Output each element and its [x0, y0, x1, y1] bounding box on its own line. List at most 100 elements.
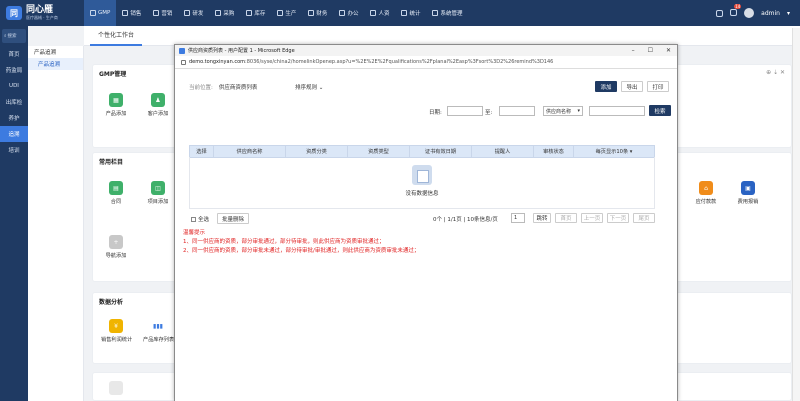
home-icon	[90, 10, 96, 16]
close-icon[interactable]: ✕	[666, 47, 671, 54]
plus-icon: +	[109, 235, 123, 249]
tile-sales-profit[interactable]: ¥ 销售利润统计	[101, 319, 132, 343]
finance-icon	[308, 10, 315, 16]
tile-contract[interactable]: ▤ 合同	[101, 181, 131, 205]
nav-item-marketing[interactable]: 营销	[147, 0, 178, 26]
tile-nav-add[interactable]: + 导航添加	[101, 235, 131, 259]
to-label: 至:	[485, 110, 493, 116]
sidebar-item-fda[interactable]: 药监局	[0, 62, 28, 78]
breadcrumb: 当前位置: 供应商资质列表	[189, 85, 258, 91]
jump-button[interactable]: 跳转	[533, 213, 551, 223]
last-page-button[interactable]: 尾页	[633, 213, 655, 223]
nav-item-finance[interactable]: 财务	[302, 0, 333, 26]
chat-icon[interactable]	[716, 9, 724, 17]
popup-content: 当前位置: 供应商资质列表 排序规则 ⌄ 添加 导出 打印 日期: 至: 供应商名…	[175, 69, 677, 401]
sidebar: ⌕ 搜索 首页 药监局 UDI 出库检 养护 追溯 培训	[0, 26, 28, 401]
nav-item-stats[interactable]: 统计	[395, 0, 426, 26]
empty-text: 没有数据信息	[405, 191, 439, 197]
add-button[interactable]: 添加	[595, 81, 617, 92]
col-qual-type: 资质类型	[347, 145, 410, 158]
date-end-input[interactable]	[499, 106, 535, 116]
tile-payable[interactable]: ⌂ 应付款款	[691, 181, 721, 205]
prev-page-button[interactable]: 上一页	[581, 213, 603, 223]
sidebar-item-outbound[interactable]: 出库检	[0, 94, 28, 110]
brand[interactable]: 同 同心雁 医疗器械 · 生产商	[0, 5, 84, 20]
search-button[interactable]: 检索	[649, 105, 671, 116]
window-titlebar[interactable]: 供应商资质列表 - 用户配置 1 - Microsoft Edge – ☐ ✕	[175, 45, 677, 56]
search-icon: ⌕	[4, 34, 7, 39]
house-icon: ⌂	[699, 181, 713, 195]
sidebar-item-home[interactable]: 首页	[0, 46, 28, 62]
tile-product-add[interactable]: ▦ 产品添加	[101, 93, 131, 117]
sales-icon	[122, 10, 129, 16]
card-controls[interactable]: ⊕ ⇣ ✕	[766, 69, 785, 76]
col-supplier: 供应商名称	[213, 145, 286, 158]
user-name[interactable]: admin	[761, 10, 780, 17]
cart-icon	[215, 10, 222, 16]
tab-workbench[interactable]: 个性化工作台	[90, 26, 143, 46]
tile-project-add[interactable]: ◫ 项目添加	[143, 181, 173, 205]
nav-item-system[interactable]: 系统管理	[426, 0, 468, 26]
nav-item-sales[interactable]: 销售	[116, 0, 147, 26]
field-select[interactable]: 供应商名称 ▾	[543, 106, 583, 116]
sidebar-item-maintain[interactable]: 养护	[0, 110, 28, 126]
col-audit: 审核状态	[533, 145, 574, 158]
subnav-head[interactable]: 产品追溯	[28, 46, 83, 58]
tab-bar: 个性化工作台	[84, 26, 800, 46]
lock-icon	[181, 59, 186, 65]
tile-partial[interactable]	[101, 381, 131, 398]
nav-item-gmp[interactable]: GMP	[84, 0, 117, 26]
chevron-down-icon: ⌄	[318, 85, 324, 91]
nav-item-office[interactable]: 办公	[333, 0, 364, 26]
export-button[interactable]: 导出	[621, 81, 643, 92]
subnav-item-trace[interactable]: 产品追溯	[28, 58, 83, 70]
nav-item-stock[interactable]: 库存	[240, 0, 271, 26]
edge-icon	[179, 47, 185, 54]
card-title: GMP管理	[99, 71, 127, 78]
nav-item-rd[interactable]: 研发	[178, 0, 209, 26]
nav-item-hr[interactable]: 人资	[364, 0, 395, 26]
settings-icon	[432, 10, 439, 16]
col-reminder: 提醒人	[471, 145, 534, 158]
print-button[interactable]: 打印	[647, 81, 669, 92]
nav-item-purchase[interactable]: 采购	[209, 0, 240, 26]
select-all-checkbox[interactable]: 全选	[191, 215, 209, 223]
customer-add-icon: ♟	[151, 93, 165, 107]
avatar[interactable]	[744, 8, 755, 18]
browser-popup: 供应商资质列表 - 用户配置 1 - Microsoft Edge – ☐ ✕ …	[174, 44, 678, 401]
page-number-input[interactable]: 1	[511, 213, 525, 223]
keyword-input[interactable]	[589, 106, 645, 116]
page-scrollbar[interactable]	[792, 28, 800, 401]
factory-icon	[277, 10, 284, 16]
date-start-input[interactable]	[447, 106, 483, 116]
address-bar[interactable]: demo.tongxinyan.com:8036/syse/china2/hom…	[175, 56, 677, 69]
bar-chart-icon: ▮▮▮	[151, 319, 165, 333]
page-size-select[interactable]: 每页显示10条 ▾	[573, 145, 655, 158]
sidebar-item-training[interactable]: 培训	[0, 142, 28, 158]
tile-expense[interactable]: ▣ 费用报销	[733, 181, 763, 205]
col-cert-date: 证书有效日期	[409, 145, 472, 158]
batch-delete-button[interactable]: 批量删除	[217, 213, 249, 224]
top-nav-bar: 同 同心雁 医疗器械 · 生产商 GMP 销售 营销 研发 采购 库存 生产 财…	[0, 0, 800, 26]
tile-customer-add[interactable]: ♟ 客户添加	[143, 93, 173, 117]
brand-subtitle: 医疗器械 · 生产商	[26, 14, 58, 20]
card-title: 常用栏目	[99, 159, 124, 166]
next-page-button[interactable]: 下一页	[607, 213, 629, 223]
minimize-icon[interactable]: –	[632, 47, 635, 54]
chevron-down-icon[interactable]: ▾	[787, 10, 790, 17]
people-icon	[370, 10, 377, 16]
tips-title: 温馨提示	[183, 230, 206, 236]
logo: 同	[6, 6, 22, 20]
nav-item-production[interactable]: 生产	[271, 0, 302, 26]
maximize-icon[interactable]: ☐	[648, 47, 653, 54]
first-page-button[interactable]: 首页	[555, 213, 577, 223]
main-nav: GMP 销售 营销 研发 采购 库存 生产 财务 办公 人资 统计 系统管理	[84, 0, 469, 26]
sort-dropdown[interactable]: 排序规则 ⌄	[295, 83, 323, 91]
rd-icon	[184, 10, 191, 16]
sidebar-item-trace[interactable]: 追溯	[0, 126, 28, 142]
sidebar-item-udi[interactable]: UDI	[0, 78, 28, 94]
bell-button[interactable]: 14	[730, 3, 742, 18]
sidebar-search[interactable]: ⌕ 搜索	[2, 29, 26, 43]
tile-stock-list[interactable]: ▮▮▮ 产品库存列表	[143, 319, 174, 343]
col-select: 选择	[189, 145, 214, 158]
